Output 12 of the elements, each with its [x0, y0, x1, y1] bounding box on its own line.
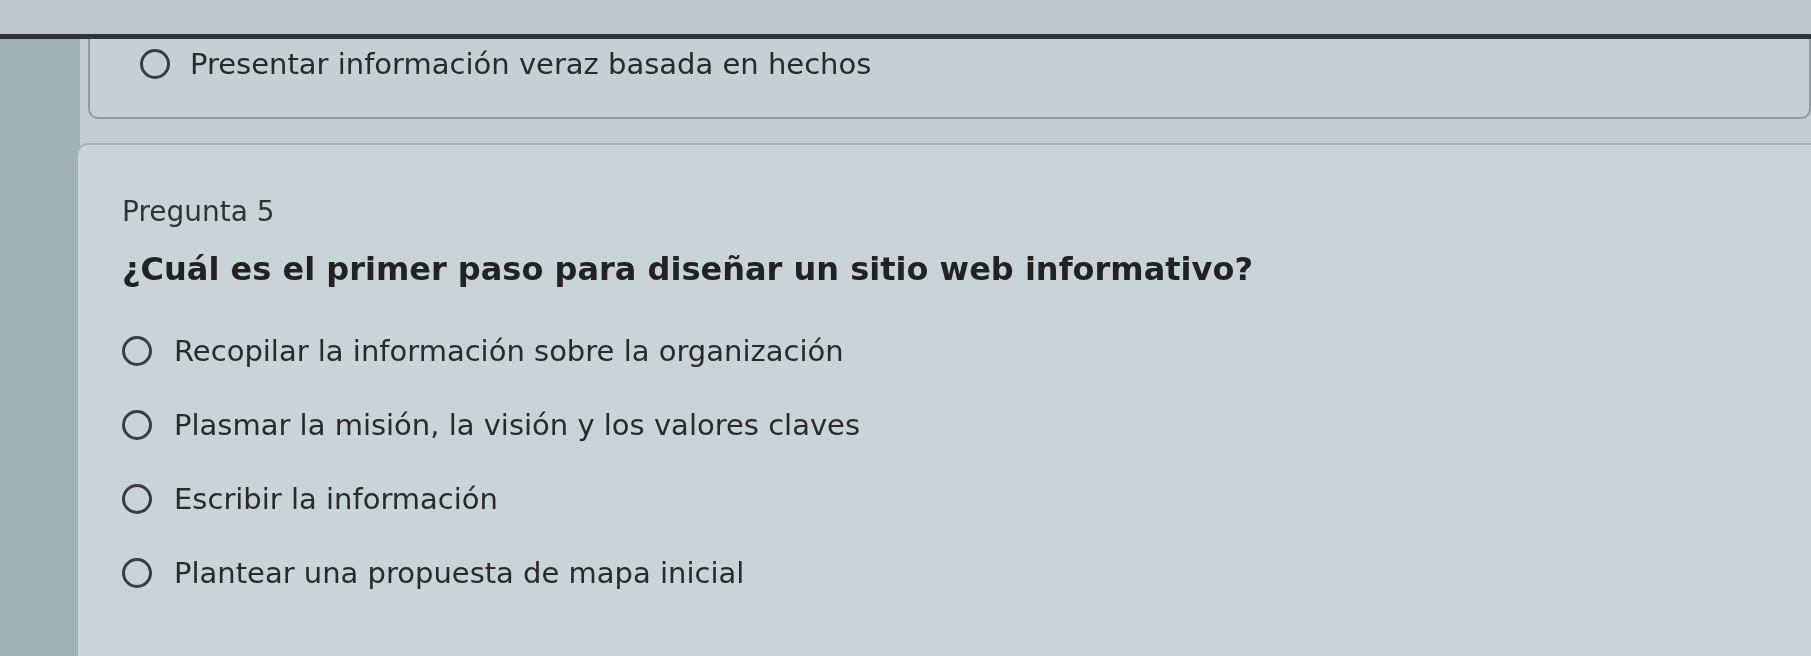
radio-button[interactable] [122, 558, 152, 588]
option-label: Recopilar la información sobre la organización [174, 334, 844, 368]
option-label: Escribir la información [174, 482, 498, 516]
option-label: Plasmar la misión, la visión y los valores claves [174, 408, 861, 442]
radio-button[interactable] [122, 410, 152, 440]
option-label: Plantear una propuesta de mapa inicial [174, 556, 745, 590]
radio-button[interactable] [140, 49, 170, 79]
radio-button[interactable] [122, 336, 152, 366]
radio-button[interactable] [122, 484, 152, 514]
option-label: Presentar información veraz basada en hechos [190, 47, 872, 81]
question-number: Pregunta 5 [122, 195, 276, 228]
question-text: ¿Cuál es el primer paso para diseñar un sitio web informativo? [122, 250, 1254, 288]
